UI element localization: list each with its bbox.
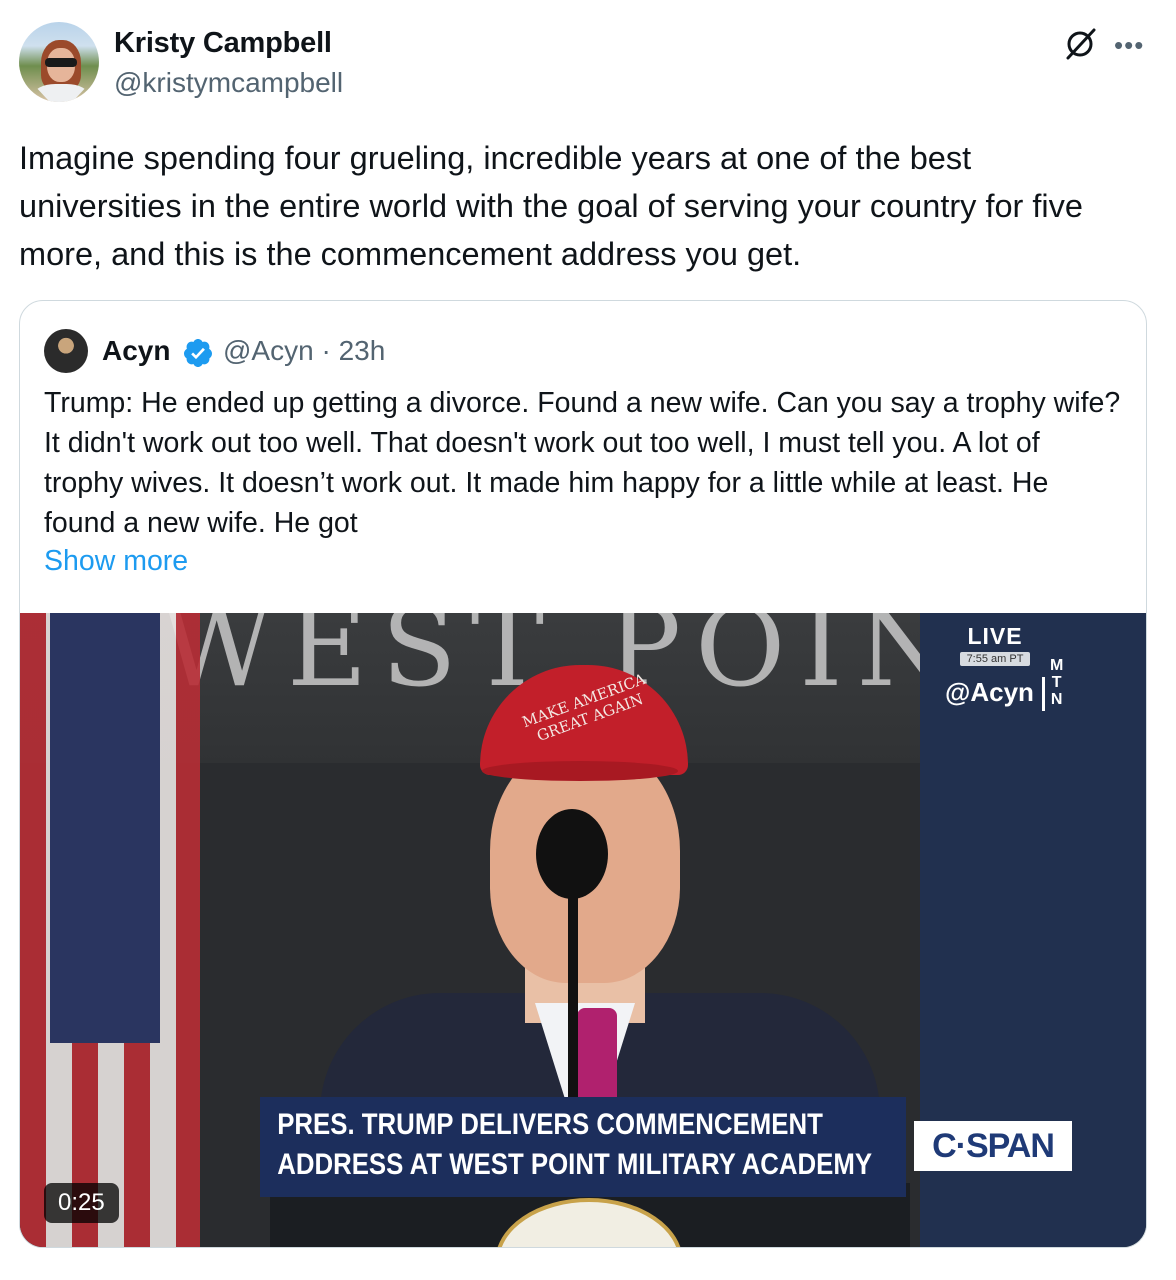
quoted-tweet-text: Trump: He ended up getting a divorce. Fo… xyxy=(44,387,1121,539)
live-label: LIVE xyxy=(967,623,1023,649)
grok-icon[interactable] xyxy=(1062,26,1098,62)
live-time: 7:55 am PT xyxy=(960,652,1030,666)
quoted-author-meta[interactable]: @Acyn · 23h xyxy=(223,335,385,367)
chyron-line-1: PRES. TRUMP DELIVERS COMMENCEMENT xyxy=(277,1108,823,1141)
live-indicator: LIVE 7:55 am PT xyxy=(960,623,1030,666)
show-more-link[interactable]: Show more xyxy=(44,545,188,578)
author-handle[interactable]: @kristymcampbell xyxy=(114,67,343,99)
news-chyron: PRES. TRUMP DELIVERS COMMENCEMENT ADDRES… xyxy=(260,1097,906,1197)
meta-separator: · xyxy=(321,335,331,366)
quoted-author-handle[interactable]: @Acyn xyxy=(223,335,314,366)
quoted-author-name[interactable]: Acyn xyxy=(102,335,170,367)
quoted-author-avatar[interactable] xyxy=(44,329,88,373)
quoted-tweet-card[interactable]: Acyn @Acyn · 23h Trump: He ended up gett… xyxy=(19,300,1147,1248)
more-options-icon[interactable]: ••• xyxy=(1114,32,1144,58)
video-player[interactable]: WEST POINT MAKE AMERICA GREAT AGAIN LIVE… xyxy=(20,613,1146,1247)
chyron-line-2: ADDRESS AT WEST POINT MILITARY ACADEMY xyxy=(277,1148,873,1181)
red-cap-brim xyxy=(482,761,678,781)
video-duration: 0:25 xyxy=(44,1183,119,1223)
watermark-divider xyxy=(1042,677,1045,711)
video-watermark: @Acyn xyxy=(945,677,1034,707)
tweet-text: Imagine spending four grueling, incredib… xyxy=(19,140,1083,272)
cspan-logo: C·SPAN xyxy=(914,1121,1072,1171)
author-name[interactable]: Kristy Campbell xyxy=(114,27,332,60)
verified-badge-icon xyxy=(184,339,212,367)
author-avatar[interactable] xyxy=(19,22,99,102)
microphone xyxy=(536,809,608,899)
us-flag-canton xyxy=(50,613,160,1043)
watermark-brand: MTN xyxy=(1050,657,1064,708)
quoted-timestamp[interactable]: 23h xyxy=(339,335,386,366)
